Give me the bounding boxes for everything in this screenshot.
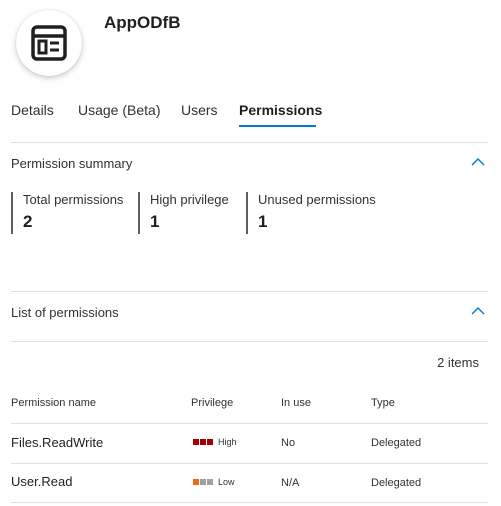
permission-list-title: List of permissions: [11, 305, 119, 320]
column-header-type[interactable]: Type: [371, 397, 395, 409]
app-title: AppODfB: [104, 13, 181, 32]
stat-value: 1: [150, 212, 160, 231]
tab-bar: Details Usage (Beta) Users Permissions: [0, 100, 501, 130]
permission-summary-title: Permission summary: [11, 156, 133, 171]
privilege-label: High: [218, 437, 237, 447]
tab-details[interactable]: Details: [11, 100, 54, 128]
divider: [11, 341, 488, 342]
divider: [11, 291, 488, 292]
type-value: Delegated: [371, 477, 422, 489]
chevron-up-icon[interactable]: [470, 305, 486, 317]
stat-label: Total permissions: [23, 192, 124, 207]
app-logo: [16, 10, 82, 76]
permission-name: Files.ReadWrite: [11, 435, 104, 450]
app-window-icon: [31, 25, 67, 61]
divider: [11, 463, 488, 464]
type-value: Delegated: [371, 437, 422, 449]
tab-usage[interactable]: Usage (Beta): [78, 100, 160, 128]
privilege-indicator: High: [193, 437, 237, 447]
divider: [11, 423, 488, 424]
privilege-indicator: Low: [193, 477, 235, 487]
privilege-level-square: [200, 479, 206, 485]
privilege-level-square: [200, 439, 206, 445]
items-count: 2 items: [437, 355, 479, 370]
stat-label: Unused permissions: [258, 192, 376, 207]
tab-permissions[interactable]: Permissions: [239, 100, 322, 128]
column-header-in-use[interactable]: In use: [281, 397, 311, 409]
in-use-value: N/A: [281, 477, 300, 489]
stat-unused-permissions: Unused permissions 1: [246, 192, 376, 234]
stat-value: 2: [23, 212, 33, 231]
stat-value: 1: [258, 212, 268, 231]
active-tab-indicator: [239, 125, 316, 127]
stat-label: High privilege: [150, 192, 229, 207]
column-header-permission-name[interactable]: Permission name: [11, 397, 96, 409]
divider: [11, 142, 488, 143]
privilege-level-square: [207, 479, 213, 485]
privilege-label: Low: [218, 477, 235, 487]
permission-name: User.Read: [11, 474, 73, 489]
chevron-up-icon[interactable]: [470, 156, 486, 168]
column-header-privilege[interactable]: Privilege: [191, 397, 233, 409]
stat-high-privilege: High privilege 1: [138, 192, 229, 234]
divider: [11, 502, 488, 503]
privilege-level-square: [193, 439, 199, 445]
privilege-level-square: [193, 479, 199, 485]
app-header: AppODfB: [0, 0, 501, 90]
privilege-level-square: [207, 439, 213, 445]
in-use-value: No: [281, 437, 296, 449]
stat-total-permissions: Total permissions 2: [11, 192, 123, 234]
tab-users[interactable]: Users: [181, 100, 218, 128]
